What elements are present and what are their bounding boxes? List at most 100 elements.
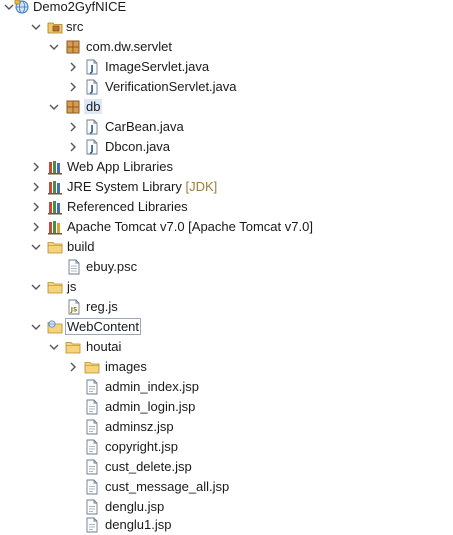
chevron-right-icon[interactable] bbox=[66, 79, 80, 95]
folder-icon bbox=[47, 279, 63, 295]
jsp-file-icon bbox=[84, 459, 100, 475]
tree-node-label: denglu1.jsp bbox=[105, 517, 172, 532]
tree-node-houtai[interactable]: houtai bbox=[0, 337, 453, 357]
tree-node-label: src bbox=[66, 19, 84, 34]
folder-icon bbox=[84, 359, 100, 375]
tree-node-label: com.dw.servlet bbox=[86, 39, 172, 54]
folder-icon bbox=[47, 239, 63, 255]
text-file-icon bbox=[66, 259, 82, 275]
tree-node-src[interactable]: src bbox=[0, 17, 453, 37]
jsp-file-icon bbox=[84, 399, 100, 415]
tree-node-label: ebuy.psc bbox=[86, 259, 138, 274]
tree-node-js[interactable]: js bbox=[0, 277, 453, 297]
java-file-icon bbox=[84, 59, 100, 75]
tree-node-label: VerificationServlet.java bbox=[105, 79, 237, 94]
jsp-file-icon bbox=[84, 517, 100, 533]
library-icon bbox=[47, 159, 63, 175]
tree-node-build[interactable]: build bbox=[0, 237, 453, 257]
tree-node-label: js bbox=[67, 279, 77, 294]
server-runtime-icon bbox=[47, 219, 63, 235]
dynamic-web-project-icon bbox=[14, 0, 30, 15]
tree-node-tomcat-runtime[interactable]: Apache Tomcat v7.0 [Apache Tomcat v7.0] bbox=[0, 217, 453, 237]
java-file-icon bbox=[84, 79, 100, 95]
chevron-down-icon[interactable] bbox=[47, 339, 61, 355]
tree-node-project[interactable]: Demo2GyfNICE bbox=[0, 0, 453, 17]
tree-node-label: build bbox=[67, 239, 95, 254]
tree-node-package-db[interactable]: db bbox=[0, 97, 453, 117]
tree-node-verificationservlet[interactable]: VerificationServlet.java bbox=[0, 77, 453, 97]
chevron-right-icon[interactable] bbox=[66, 119, 80, 135]
tree-node-label-wrap: JRE System Library [JDK] bbox=[67, 178, 217, 196]
tree-node-images[interactable]: images bbox=[0, 357, 453, 377]
tree-node-ebuy[interactable]: ebuy.psc bbox=[0, 257, 453, 277]
tree-node-label: images bbox=[105, 359, 147, 374]
chevron-right-icon[interactable] bbox=[29, 219, 43, 235]
tree-node-jre-system-library[interactable]: JRE System Library [JDK] bbox=[0, 177, 453, 197]
tree-node-label: reg.js bbox=[86, 299, 118, 314]
library-icon bbox=[47, 199, 63, 215]
tree-node-adminsz[interactable]: adminsz.jsp bbox=[0, 417, 453, 437]
tree-node-denglu1[interactable]: denglu1.jsp bbox=[0, 515, 453, 535]
chevron-down-icon[interactable] bbox=[29, 319, 43, 335]
java-file-icon bbox=[84, 139, 100, 155]
project-explorer-tree: Demo2GyfNICE src com.dw.servlet ImageSer… bbox=[0, 0, 453, 535]
javascript-file-icon bbox=[66, 299, 82, 315]
source-folder-icon bbox=[47, 19, 63, 35]
jre-decoration: [JDK] bbox=[185, 179, 218, 194]
chevron-right-icon[interactable] bbox=[66, 59, 80, 75]
tree-node-label: Apache Tomcat v7.0 [Apache Tomcat v7.0] bbox=[67, 219, 313, 234]
tree-node-copyright[interactable]: copyright.jsp bbox=[0, 437, 453, 457]
tree-node-imageservlet[interactable]: ImageServlet.java bbox=[0, 57, 453, 77]
tree-node-label: db bbox=[84, 99, 103, 114]
tree-node-label-wrap: db bbox=[84, 98, 103, 116]
tree-node-label: WebContent bbox=[65, 318, 142, 335]
library-icon bbox=[47, 179, 63, 195]
tree-node-carbean[interactable]: CarBean.java bbox=[0, 117, 453, 137]
tree-node-web-app-libraries[interactable]: Web App Libraries bbox=[0, 157, 453, 177]
tree-node-label: copyright.jsp bbox=[105, 439, 178, 454]
tree-node-webcontent[interactable]: WebContent bbox=[0, 317, 453, 337]
chevron-right-icon[interactable] bbox=[29, 159, 43, 175]
chevron-down-icon[interactable] bbox=[29, 239, 43, 255]
jsp-file-icon bbox=[84, 379, 100, 395]
java-file-icon bbox=[84, 119, 100, 135]
chevron-right-icon[interactable] bbox=[66, 359, 80, 375]
jsp-file-icon bbox=[84, 499, 100, 515]
tree-node-cust-message-all[interactable]: cust_message_all.jsp bbox=[0, 477, 453, 497]
tree-node-denglu[interactable]: denglu.jsp bbox=[0, 497, 453, 517]
tree-node-label: Web App Libraries bbox=[67, 159, 173, 174]
tree-node-label: ImageServlet.java bbox=[105, 59, 210, 74]
jsp-file-icon bbox=[84, 439, 100, 455]
web-content-folder-icon bbox=[47, 319, 63, 335]
tree-node-regjs[interactable]: reg.js bbox=[0, 297, 453, 317]
chevron-down-icon[interactable] bbox=[47, 99, 61, 115]
chevron-right-icon[interactable] bbox=[66, 139, 80, 155]
tree-node-label-wrap: WebContent bbox=[65, 318, 142, 336]
tree-node-label: houtai bbox=[86, 339, 122, 354]
tree-node-label: CarBean.java bbox=[105, 119, 184, 134]
chevron-down-icon[interactable] bbox=[29, 19, 43, 35]
tree-node-label: admin_login.jsp bbox=[105, 399, 196, 414]
chevron-right-icon[interactable] bbox=[29, 179, 43, 195]
tree-node-label: adminsz.jsp bbox=[105, 419, 174, 434]
tree-node-label: Demo2GyfNICE bbox=[33, 0, 127, 14]
jsp-file-icon bbox=[84, 479, 100, 495]
chevron-down-icon[interactable] bbox=[47, 39, 61, 55]
tree-node-referenced-libraries[interactable]: Referenced Libraries bbox=[0, 197, 453, 217]
package-icon bbox=[65, 99, 81, 115]
tree-node-label: cust_message_all.jsp bbox=[105, 479, 230, 494]
tree-node-package-servlet[interactable]: com.dw.servlet bbox=[0, 37, 453, 57]
tree-node-label: denglu.jsp bbox=[105, 499, 165, 514]
tree-node-label: Dbcon.java bbox=[105, 139, 171, 154]
tree-node-cust-delete[interactable]: cust_delete.jsp bbox=[0, 457, 453, 477]
tree-node-dbcon[interactable]: Dbcon.java bbox=[0, 137, 453, 157]
jsp-file-icon bbox=[84, 419, 100, 435]
tree-node-admin-login[interactable]: admin_login.jsp bbox=[0, 397, 453, 417]
tree-node-label: cust_delete.jsp bbox=[105, 459, 192, 474]
chevron-right-icon[interactable] bbox=[29, 199, 43, 215]
tree-node-label: Referenced Libraries bbox=[67, 199, 188, 214]
tree-node-label: JRE System Library bbox=[67, 179, 182, 194]
tree-node-admin-index[interactable]: admin_index.jsp bbox=[0, 377, 453, 397]
package-icon bbox=[65, 39, 81, 55]
chevron-down-icon[interactable] bbox=[29, 279, 43, 295]
